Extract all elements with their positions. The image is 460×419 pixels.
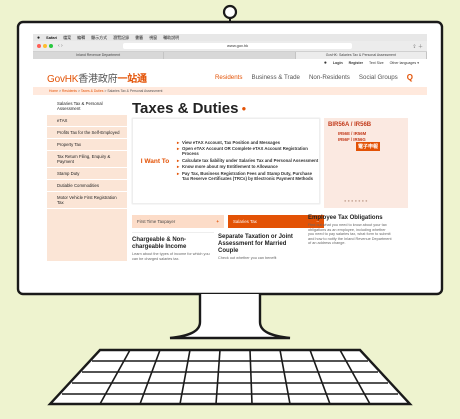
mac-menubar: ● Safari 檔案 編輯 顯示方式 瀏覽記錄 書籤 視窗 輔助說明	[33, 34, 427, 41]
top-row: I Want To View eTAX Account, Tax Positio…	[132, 118, 417, 208]
joint-assessment-title: Separate Taxation or Joint Assessment fo…	[218, 234, 293, 254]
content-area: Salaries Tax & Personal Assessment eTAX …	[33, 95, 427, 262]
search-icon[interactable]: Q	[407, 73, 413, 82]
tab-blank[interactable]	[164, 52, 296, 59]
nav-social-groups[interactable]: Social Groups	[359, 74, 398, 81]
menu-history[interactable]: 瀏覽記錄	[113, 35, 129, 41]
breadcrumb-home[interactable]: Home	[49, 89, 58, 93]
banner-line-4: 電子申報	[356, 142, 381, 151]
salaries-tile-label: Salaries Tax	[233, 219, 257, 224]
utility-bar: ● Login Register Text Size Other languag…	[33, 59, 427, 67]
sidebar-item-salaries-tax[interactable]: Salaries Tax & Personal Assessment	[47, 98, 127, 115]
chargeable-income-card[interactable]: Chargeable & Non-chargeable Income Learn…	[132, 232, 214, 261]
breadcrumb-taxes[interactable]: Taxes & Duties	[81, 89, 104, 93]
tab-inland-revenue[interactable]: Inland Revenue Department	[33, 52, 165, 59]
sidebar-item-profits-tax[interactable]: Profits Tax for the Self-Employed	[47, 127, 127, 139]
webcam-icon	[222, 4, 238, 20]
sidebar-item-etax[interactable]: eTAX	[47, 115, 127, 127]
login-link[interactable]: Login	[333, 61, 343, 65]
i-want-to-list: View eTAX Account, Tax Position and Mess…	[177, 140, 319, 183]
breadcrumb-current: Salaries Tax & Personal Assessment	[107, 89, 163, 93]
want-link-pay-tax[interactable]: Pay Tax, Business Registration Fees and …	[177, 171, 319, 181]
register-link[interactable]: Register	[349, 61, 363, 65]
nav-non-residents[interactable]: Non-Residents	[309, 74, 350, 81]
breadcrumb: Home > Residents > Taxes & Duties > Sala…	[33, 87, 427, 95]
sidebar-item-property-tax[interactable]: Property Tax	[47, 139, 127, 151]
user-icon: ●	[323, 60, 327, 66]
employee-obligations-text: Find out what you need to know about you…	[308, 223, 392, 246]
chargeable-income-text: Learn about the types of income for whic…	[132, 252, 210, 261]
i-want-to-label: I Want To	[140, 157, 170, 165]
monitor-stand	[169, 294, 291, 340]
carousel-dots[interactable]: ● ● ● ● ● ● ●	[344, 198, 368, 203]
employee-obligations-title: Employee Tax Obligations	[308, 215, 383, 221]
menu-help[interactable]: 輔助說明	[163, 35, 179, 41]
main-nav: Residents Business & Trade Non-Residents…	[215, 73, 413, 82]
ir56-banner[interactable]: BIR56A / IR56B IR56E / IR56M IR56F / IR5…	[324, 118, 408, 208]
govhk-logo[interactable]: GovHK香港政府一站通	[47, 70, 147, 85]
banner-line-1: BIR56A / IR56B	[328, 122, 372, 128]
page-title-text: Taxes & Duties	[132, 99, 239, 117]
page-title: Taxes & Duties ●	[132, 98, 417, 118]
apple-icon[interactable]: ●	[37, 35, 40, 41]
want-link-open-etax[interactable]: Open eTAX Account OR Complete eTAX Accou…	[177, 146, 319, 156]
share-icon[interactable]: ⇪ ＋	[412, 43, 423, 50]
nav-business-trade[interactable]: Business & Trade	[251, 74, 300, 81]
employee-obligations-card[interactable]: Employee Tax Obligations Find out what y…	[308, 215, 392, 261]
want-link-allowance[interactable]: Know more about my Entitlement to Allowa…	[177, 164, 319, 169]
breadcrumb-residents[interactable]: Residents	[62, 89, 77, 93]
minimize-window-button[interactable]	[43, 44, 47, 48]
text-size-control[interactable]: Text Size	[369, 61, 384, 65]
logo-en: GovHK	[47, 73, 79, 85]
menu-safari[interactable]: Safari	[46, 35, 57, 40]
main-content: Taxes & Duties ● I Want To View eTAX Acc…	[127, 98, 417, 261]
joint-assessment-card[interactable]: Separate Taxation or Joint Assessment fo…	[218, 232, 304, 261]
zoom-window-button[interactable]	[49, 44, 53, 48]
logo-zh2: 一站通	[117, 73, 147, 85]
menu-view[interactable]: 顯示方式	[91, 35, 107, 41]
coin-icon: ●	[241, 103, 247, 113]
browser-tabs: Inland Revenue Department GovHK: Salarie…	[33, 52, 427, 59]
menu-file[interactable]: 檔案	[63, 35, 71, 41]
chargeable-income-title: Chargeable & Non-chargeable Income	[132, 237, 187, 250]
other-languages-dropdown[interactable]: Other languages ▾	[390, 61, 419, 65]
nav-residents[interactable]: Residents	[215, 74, 243, 81]
browser-toolbar: ‹ › www.gov.hk ⇪ ＋	[33, 41, 427, 52]
banner-line-2: IR56E / IR56M	[338, 131, 367, 136]
sidebar-item-dutiable[interactable]: Dutiable Commodities	[47, 180, 127, 192]
i-want-to-panel: I Want To View eTAX Account, Tax Positio…	[132, 118, 320, 204]
want-link-calculate-tax[interactable]: Calculate tax liability under Salaries T…	[177, 158, 319, 163]
joint-assessment-text: Check out whether you can benefit	[218, 256, 277, 260]
address-bar[interactable]: www.gov.hk	[122, 43, 353, 49]
menu-edit[interactable]: 編輯	[77, 35, 85, 41]
first-time-taxpayer-tile[interactable]: First Time Taxpayer +	[132, 215, 224, 228]
first-time-label: First Time Taxpayer	[137, 219, 176, 224]
want-link-view-etax[interactable]: View eTAX Account, Tax Position and Mess…	[177, 140, 319, 145]
back-icon[interactable]: ‹ ›	[58, 43, 63, 49]
close-window-button[interactable]	[37, 44, 41, 48]
sidebar-item-stamp-duty[interactable]: Stamp Duty	[47, 168, 127, 180]
sidebar-item-motor-vehicle[interactable]: Motor Vehicle First Registration Tax	[47, 192, 127, 209]
browser-screen: ● Safari 檔案 編輯 顯示方式 瀏覽記錄 書籤 視窗 輔助說明 ‹ › …	[33, 34, 427, 288]
menu-window[interactable]: 視窗	[149, 35, 157, 41]
logo-zh: 香港政府	[78, 73, 118, 85]
site-header: GovHK香港政府一站通 Residents Business & Trade …	[33, 67, 427, 87]
sidebar-item-tax-return[interactable]: Tax Return Filing, Enquiry & Payment	[47, 151, 127, 168]
expand-icon: +	[216, 219, 219, 224]
tab-govhk-salaries[interactable]: GovHK: Salaries Tax & Personal Assessmen…	[295, 52, 427, 59]
sidebar: Salaries Tax & Personal Assessment eTAX …	[47, 98, 127, 262]
card-row: Chargeable & Non-chargeable Income Learn…	[132, 215, 417, 261]
menu-bookmarks[interactable]: 書籤	[135, 35, 143, 41]
